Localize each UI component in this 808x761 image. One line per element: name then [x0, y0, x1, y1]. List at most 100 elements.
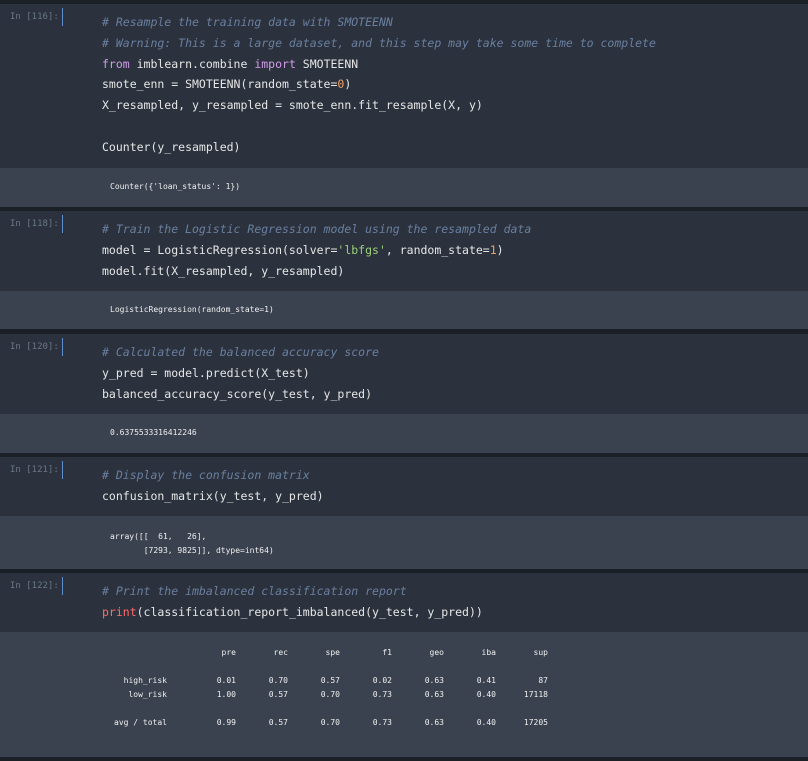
- report-header: f1: [382, 648, 392, 657]
- code-line: print(classification_report_imbalanced(y…: [102, 602, 483, 623]
- report-cell: 0.70: [268, 676, 288, 685]
- cell-120[interactable]: In [120]: # Calculated the balanced accu…: [0, 334, 808, 453]
- code-token: 'lbfgs': [337, 242, 386, 257]
- cell-122[interactable]: In [122]: # Print the imbalanced classif…: [0, 573, 808, 761]
- code-line: smote_enn = SMOTEENN(random_state=0): [102, 74, 656, 95]
- report-cell: 17205: [523, 718, 548, 727]
- report-cell: 0.41: [476, 676, 496, 685]
- classification-report: pre rec spe f1 geo iba sup high_risk 0.01 0.70 0.5…: [0, 632, 808, 757]
- code-line: # Warning: This is a large dataset, and …: [102, 33, 656, 54]
- output-area: 0.6375533316412246: [0, 414, 808, 453]
- output-area: array([[ 61, 26], [7293, 9825]], dtype=i…: [0, 516, 808, 569]
- report-cell: 0.70: [320, 690, 340, 699]
- report-cell: 0.02: [372, 676, 392, 685]
- code-token: print: [102, 604, 137, 619]
- report-header: sup: [533, 648, 548, 657]
- prompt-label: In [118]:: [10, 219, 59, 229]
- code-input[interactable]: In [116]: # Resample the training data w…: [0, 4, 808, 168]
- report-header: spe: [325, 648, 340, 657]
- report-cell: 0.57: [268, 718, 288, 727]
- code-token: # Display the confusion matrix: [102, 468, 310, 482]
- code-input[interactable]: In [120]: # Calculated the balanced accu…: [0, 334, 808, 414]
- report-row-label: low_risk: [128, 690, 167, 699]
- code-input[interactable]: In [122]: # Print the imbalanced classif…: [0, 573, 808, 632]
- code-input[interactable]: In [118]: # Train the Logistic Regressio…: [0, 211, 808, 291]
- code-token: y_pred = model.predict(X_test): [102, 365, 310, 380]
- code-line: balanced_accuracy_score(y_test, y_pred): [102, 384, 379, 405]
- output-text: LogisticRegression(random_state=1): [110, 305, 274, 314]
- code-token: model = LogisticRegression(solver=: [102, 242, 338, 257]
- output-text: array([[ 61, 26], [7293, 9825]], dtype=i…: [110, 532, 274, 555]
- code-text[interactable]: # Calculated the balanced accuracy score…: [102, 342, 379, 404]
- report-header: iba: [481, 648, 496, 657]
- code-line: # Resample the training data with SMOTEE…: [102, 12, 656, 33]
- output-area: LogisticRegression(random_state=1): [0, 291, 808, 329]
- cell-focus-bar: [62, 577, 63, 595]
- code-token: # Calculated the balanced accuracy score: [102, 345, 379, 359]
- code-token: ): [496, 242, 504, 257]
- report-cell: 0.73: [372, 690, 392, 699]
- code-line: # Display the confusion matrix: [102, 465, 324, 486]
- cell-focus-bar: [62, 461, 63, 479]
- code-token: ): [344, 77, 352, 92]
- cell-118[interactable]: In [118]: # Train the Logistic Regressio…: [0, 211, 808, 329]
- output-text: 0.6375533316412246: [110, 428, 197, 437]
- report-cell: 1.00: [216, 690, 236, 699]
- output-area: pre rec spe f1 geo iba sup high_risk 0.01 0.70 0.5…: [0, 632, 808, 757]
- code-token: # Warning: This is a large dataset, and …: [102, 35, 656, 50]
- report-cell: 0.63: [424, 718, 444, 727]
- code-token: # Resample the training data with SMOTEE…: [102, 15, 393, 29]
- output-text: Counter({'loan_status': 1}): [110, 182, 241, 191]
- report-cell: 0.40: [476, 718, 496, 727]
- code-line: model = LogisticRegression(solver='lbfgs…: [102, 240, 531, 261]
- report-row-label: high_risk: [123, 676, 167, 685]
- report-cell: 0.01: [216, 676, 236, 685]
- code-text[interactable]: # Print the imbalanced classification re…: [102, 581, 483, 623]
- code-token: smote_enn = SMOTEENN(random_state=: [102, 77, 338, 92]
- code-line: model.fit(X_resampled, y_resampled): [102, 261, 531, 282]
- report-cell: 0.63: [424, 690, 444, 699]
- cell-focus-bar: [62, 338, 63, 356]
- report-cell: 87: [538, 676, 548, 685]
- code-token: confusion_matrix(y_test, y_pred): [102, 488, 324, 503]
- code-line: confusion_matrix(y_test, y_pred): [102, 486, 324, 507]
- cell-121[interactable]: In [121]: # Display the confusion matrix…: [0, 457, 808, 569]
- code-text[interactable]: # Display the confusion matrix confusion_…: [102, 465, 324, 507]
- code-token: (classification_report_imbalanced(y_test…: [136, 604, 483, 619]
- code-token: # Train the Logistic Regression model us…: [102, 222, 532, 236]
- report-cell: 0.57: [268, 690, 288, 699]
- report-cell: 0.99: [216, 718, 236, 727]
- report-cell: 0.63: [424, 676, 444, 685]
- prompt-label: In [116]:: [10, 12, 59, 22]
- cell-focus-bar: [62, 215, 63, 233]
- code-line: X_resampled, y_resampled = smote_enn.fit…: [102, 95, 656, 116]
- cell-116[interactable]: In [116]: # Resample the training data w…: [0, 4, 808, 207]
- code-line: from imblearn.combine import SMOTEENN: [102, 54, 656, 75]
- code-line: y_pred = model.predict(X_test): [102, 363, 379, 384]
- code-input[interactable]: In [121]: # Display the confusion matrix…: [0, 457, 808, 516]
- report-header: rec: [273, 648, 288, 657]
- code-token: Counter(y_resampled): [102, 139, 241, 154]
- code-token: balanced_accuracy_score(y_test, y_pred): [102, 386, 373, 401]
- code-text[interactable]: # Resample the training data with SMOTEE…: [102, 12, 656, 158]
- report-cell: 0.40: [476, 690, 496, 699]
- report-cell: 0.73: [372, 718, 392, 727]
- report-cell: 0.70: [320, 718, 340, 727]
- code-token: 1: [489, 242, 497, 257]
- prompt-label: In [122]:: [10, 581, 59, 591]
- report-cell: 0.57: [320, 676, 340, 685]
- report-header: geo: [429, 648, 444, 657]
- code-token: imblearn.combine: [129, 56, 255, 71]
- code-token: # Print the imbalanced classification re…: [102, 584, 407, 598]
- prompt-label: In [120]:: [10, 342, 59, 352]
- code-token: model.fit(X_resampled, y_resampled): [102, 263, 345, 278]
- report-header: pre: [221, 648, 236, 657]
- cell-focus-bar: [62, 8, 63, 26]
- prompt-label: In [121]:: [10, 465, 59, 475]
- code-text[interactable]: # Train the Logistic Regression model us…: [102, 219, 531, 281]
- code-token: from: [102, 56, 130, 71]
- output-area: Counter({'loan_status': 1}): [0, 168, 808, 207]
- code-token: X_resampled, y_resampled = smote_enn.fit…: [102, 98, 483, 113]
- code-token: SMOTEENN: [295, 56, 359, 71]
